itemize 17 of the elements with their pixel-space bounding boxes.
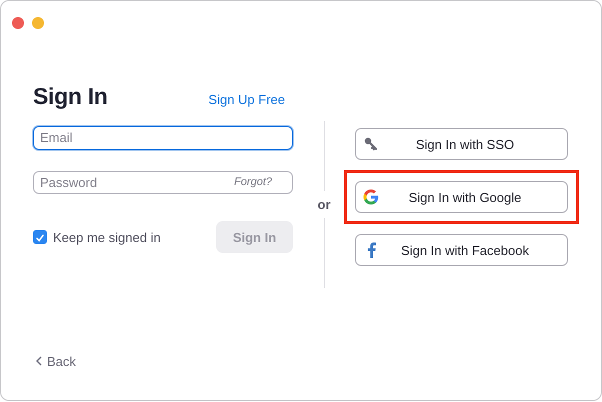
separator-text: or xyxy=(318,196,330,214)
provider-button[interactable]: Sign In with Google xyxy=(355,181,568,213)
chevron-icon xyxy=(36,356,42,366)
heading: Sign In xyxy=(33,83,108,110)
sign-up-link[interactable]: Sign Up Free xyxy=(208,92,285,107)
google-g-icon xyxy=(363,189,379,205)
provider-button[interactable]: Sign In with SSO xyxy=(355,128,568,160)
minimize-button[interactable] xyxy=(32,17,44,29)
checkbox-label: Keep me signed in xyxy=(53,230,162,244)
password-field[interactable]: Password Forgot? xyxy=(33,170,293,194)
close-button[interactable] xyxy=(12,17,24,29)
forgot-link[interactable]: Forgot? xyxy=(234,176,272,188)
back-link[interactable]: Back xyxy=(36,354,76,368)
checkbox[interactable] xyxy=(33,230,47,244)
email-field[interactable]: Email xyxy=(33,126,293,150)
key-icon xyxy=(363,137,379,151)
provider-button[interactable]: Sign In with Facebook xyxy=(355,234,568,266)
